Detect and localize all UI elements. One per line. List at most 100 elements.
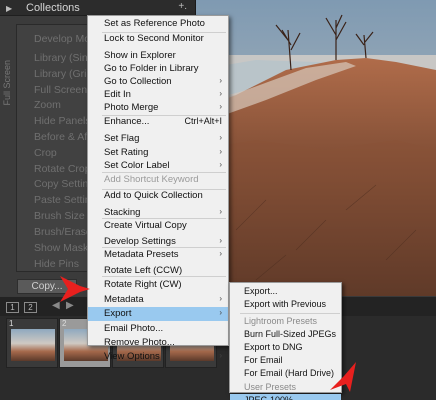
submenu-item-label: JPEG 100% (244, 395, 294, 400)
menu-item-label: Create Virtual Copy (104, 220, 187, 231)
menu-item-label: Email Photo... (104, 323, 164, 334)
menu-item-rotate-right-cw[interactable]: Rotate Right (CW) (88, 278, 228, 292)
menu-item-enhance[interactable]: Enhance... Ctrl+Alt+I (88, 115, 228, 129)
menu-item-label: Add to Quick Collection (104, 190, 203, 201)
submenu-arrow-icon: › (219, 308, 222, 317)
menu-item-label: Rotate Right (CW) (104, 279, 182, 290)
background-menu-item: Hide Panels (34, 115, 91, 127)
menu-item-lock-to-second-monitor[interactable]: Lock to Second Monitor (88, 32, 228, 46)
submenu-item-label: For Email (244, 355, 283, 365)
background-menu-item: Brush Size (34, 210, 85, 222)
submenu-item-export-with-previous[interactable]: Export with Previous (230, 298, 341, 311)
menu-item-develop-settings[interactable]: Develop Settings › (88, 235, 228, 249)
collections-title: Collections (26, 2, 80, 14)
submenu-item-label: Lightroom Presets (244, 316, 318, 326)
submenu-heading-lightroom-presets: Lightroom Presets (230, 315, 341, 328)
page-one-box[interactable]: 1 (6, 302, 19, 313)
menu-item-stacking[interactable]: Stacking › (88, 206, 228, 220)
collections-header[interactable]: ▶ Collections +. (0, 0, 195, 16)
menu-item-export[interactable]: Export › (88, 307, 228, 321)
side-panel-label: Full Screen (2, 60, 12, 106)
menu-item-label: Add Shortcut Keyword (104, 174, 199, 185)
thumbnail-1[interactable]: 1 (6, 318, 58, 368)
menu-item-set-flag[interactable]: Set Flag › (88, 132, 228, 146)
background-menu-item: Zoom (34, 99, 61, 111)
menu-item-label: Lock to Second Monitor (104, 33, 204, 44)
submenu-arrow-icon: › (219, 102, 222, 111)
submenu-item-for-email-hard-drive[interactable]: For Email (Hard Drive) (230, 367, 341, 380)
menu-item-add-to-quick-collection[interactable]: Add to Quick Collection (88, 189, 228, 203)
submenu-arrow-icon: › (219, 207, 222, 216)
menu-item-remove-photo[interactable]: Remove Photo... (88, 336, 228, 350)
menu-item-show-in-explorer[interactable]: Show in Explorer (88, 49, 228, 63)
submenu-arrow-icon: › (219, 160, 222, 169)
background-menu-item: Hide Pins (34, 258, 79, 270)
menu-item-set-rating[interactable]: Set Rating › (88, 146, 228, 160)
submenu-item-export-to-dng[interactable]: Export to DNG (230, 341, 341, 354)
add-collection-icon[interactable]: +. (178, 1, 187, 12)
background-menu-item: Rotate Crop (34, 163, 91, 175)
menu-item-metadata[interactable]: Metadata › (88, 293, 228, 307)
menu-item-label: Metadata (104, 294, 144, 305)
main-photo (196, 0, 436, 296)
background-menu-item: Full Screen (34, 84, 88, 96)
menu-item-add-shortcut-keyword: Add Shortcut Keyword (88, 173, 228, 187)
menu-item-label: Rotate Left (CCW) (104, 265, 183, 276)
submenu-arrow-icon: › (219, 89, 222, 98)
collapse-triangle-icon[interactable]: ▶ (6, 4, 12, 13)
submenu-item-label: User Presets (244, 382, 297, 392)
menu-item-label: Show in Explorer (104, 50, 176, 61)
menu-item-label: Export (104, 308, 132, 319)
menu-item-label: Set as Reference Photo (104, 18, 205, 29)
menu-item-view-options[interactable]: View Options › (88, 350, 228, 364)
submenu-item-jpeg-100[interactable]: JPEG 100% (230, 394, 341, 400)
submenu-arrow-icon: › (219, 236, 222, 245)
context-menu: Set as Reference Photo Lock to Second Mon… (87, 15, 229, 362)
menu-item-label: Stacking (104, 207, 141, 218)
thumbnail-image (11, 329, 55, 361)
menu-item-go-to-folder-in-library[interactable]: Go to Folder in Library (88, 62, 228, 76)
menu-item-shortcut: Ctrl+Alt+I (184, 116, 222, 126)
menu-item-label: Set Flag (104, 133, 140, 144)
submenu-item-label: Burn Full-Sized JPEGs (244, 329, 337, 339)
export-submenu: Export... Export with Previous Lightroom P… (229, 282, 342, 400)
submenu-arrow-icon: › (219, 147, 222, 156)
menu-item-label: Develop Settings (104, 236, 176, 247)
menu-item-metadata-presets[interactable]: Metadata Presets › (88, 248, 228, 262)
menu-item-photo-merge[interactable]: Photo Merge › (88, 101, 228, 115)
submenu-item-burn-full-sized-jpegs[interactable]: Burn Full-Sized JPEGs (230, 328, 341, 341)
menu-item-label: Go to Folder in Library (104, 63, 199, 74)
submenu-heading-user-presets: User Presets (230, 381, 341, 394)
annotation-arrow-icon (60, 276, 90, 302)
annotation-arrow-icon (330, 362, 356, 392)
submenu-item-label: Export with Previous (244, 299, 327, 309)
submenu-item-for-email[interactable]: For Email (230, 354, 341, 367)
submenu-arrow-icon: › (219, 133, 222, 142)
menu-item-rotate-left-ccw[interactable]: Rotate Left (CCW) (88, 264, 228, 278)
submenu-item-label: Export to DNG (244, 342, 303, 352)
thumbnail-number: 1 (9, 319, 14, 328)
menu-item-label: View Options (104, 351, 160, 362)
menu-item-label: Photo Merge (104, 102, 159, 113)
submenu-item-label: For Email (Hard Drive) (244, 368, 335, 378)
menu-item-create-virtual-copy[interactable]: Create Virtual Copy (88, 219, 228, 233)
submenu-arrow-icon: › (219, 351, 222, 360)
menu-item-label: Set Rating (104, 147, 149, 158)
menu-separator (240, 313, 340, 314)
page-two-box[interactable]: 2 (24, 302, 37, 313)
submenu-item-label: Export... (244, 286, 278, 296)
menu-item-set-color-label[interactable]: Set Color Label › (88, 159, 228, 173)
menu-item-edit-in[interactable]: Edit In › (88, 88, 228, 102)
submenu-arrow-icon: › (219, 249, 222, 258)
submenu-arrow-icon: › (219, 294, 222, 303)
photo-image (196, 0, 436, 296)
menu-item-go-to-collection[interactable]: Go to Collection › (88, 75, 228, 89)
background-menu-item: Crop (34, 147, 57, 159)
menu-item-label: Set Color Label (104, 160, 170, 171)
menu-item-label: Edit In (104, 89, 131, 100)
menu-item-label: Metadata Presets (104, 249, 179, 260)
submenu-item-export[interactable]: Export... (230, 285, 341, 298)
menu-item-email-photo[interactable]: Email Photo... (88, 322, 228, 336)
menu-item-label: Enhance... (104, 116, 150, 127)
menu-item-set-as-reference-photo[interactable]: Set as Reference Photo (88, 17, 228, 31)
